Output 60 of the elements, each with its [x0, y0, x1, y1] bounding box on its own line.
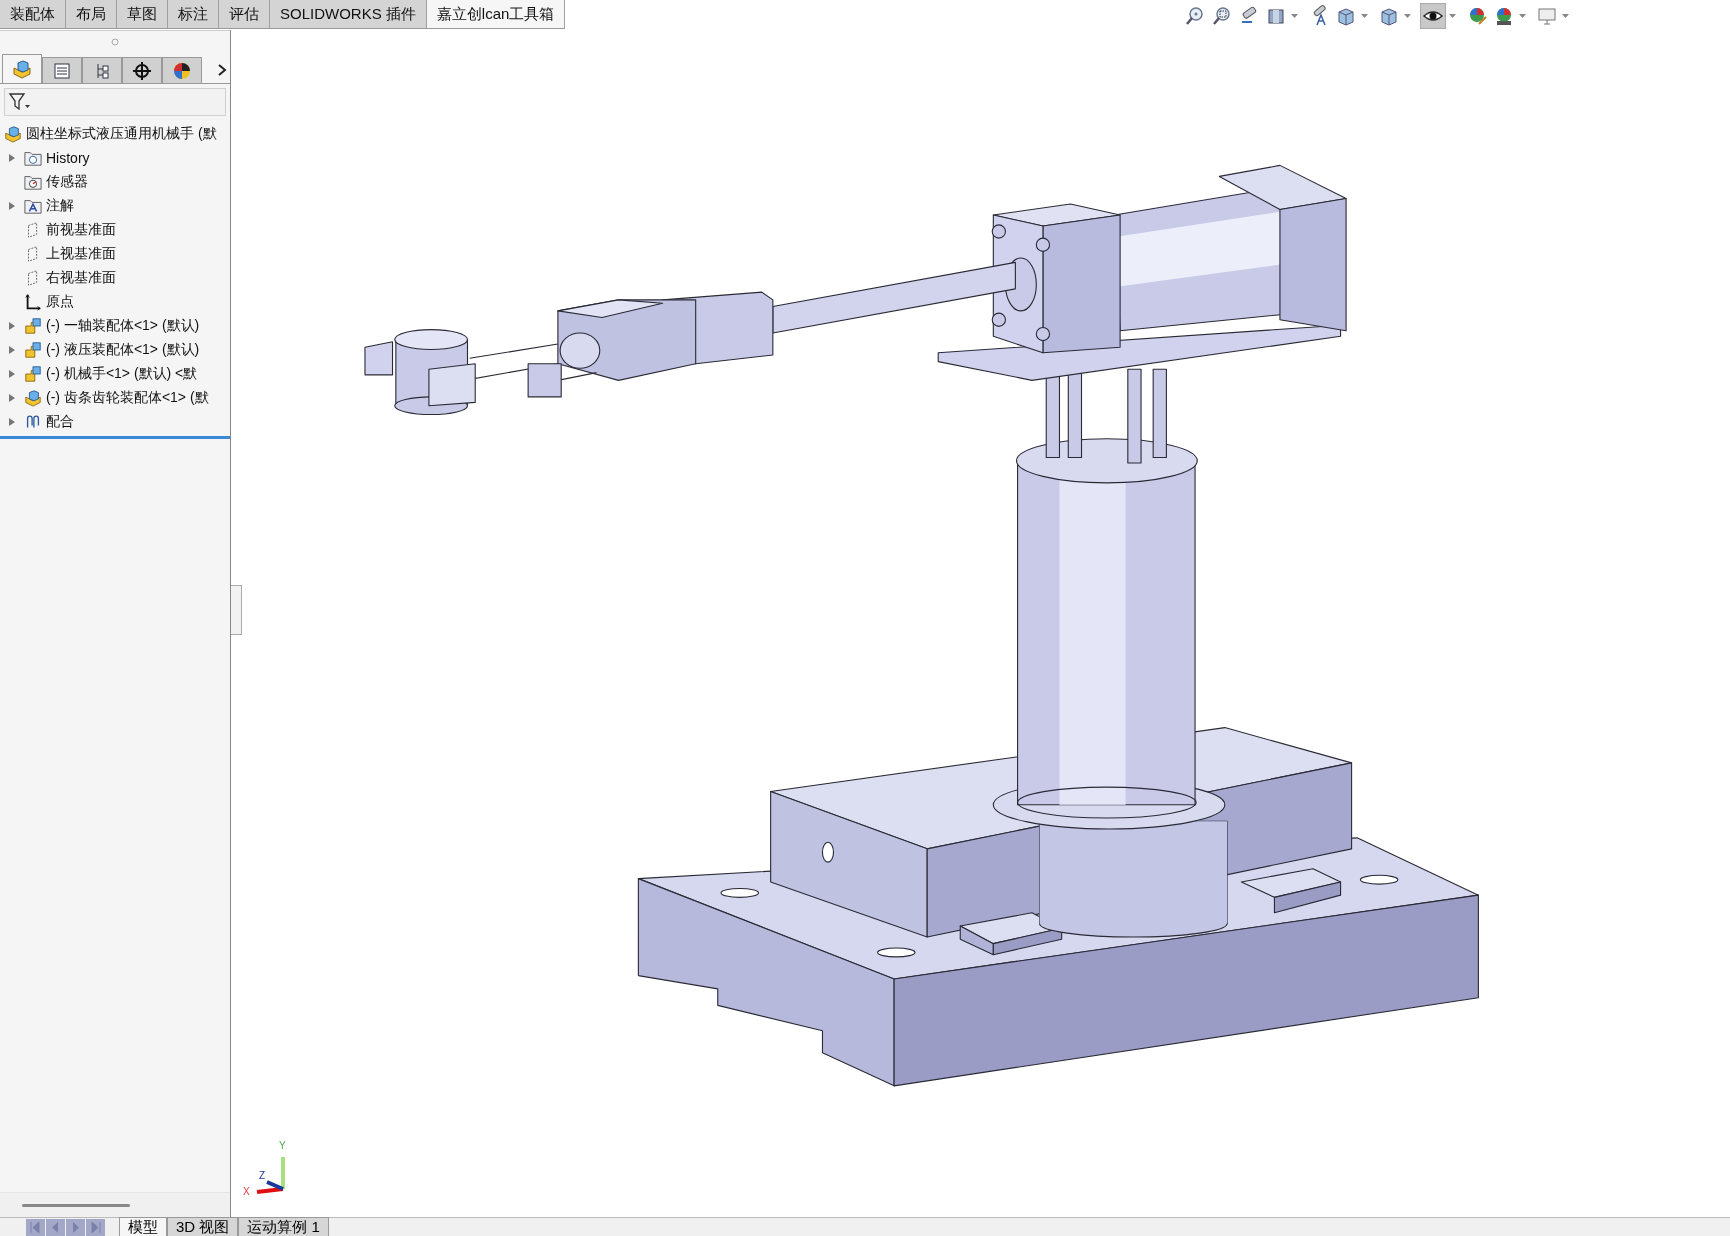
axis-label: Z: [259, 1170, 266, 1181]
color-wheel-icon[interactable]: [162, 57, 202, 83]
grip-icon[interactable]: [111, 38, 119, 46]
ribbon-tab[interactable]: 嘉立创lcan工具箱: [426, 0, 566, 28]
caret-icon[interactable]: [1404, 13, 1411, 19]
expand-arrow-icon[interactable]: [9, 394, 15, 402]
caret-icon[interactable]: [1449, 13, 1456, 19]
caret-icon[interactable]: [1291, 13, 1298, 19]
filter-icon[interactable]: [9, 93, 31, 111]
scrollbar-thumb[interactable]: [22, 1203, 130, 1207]
expand-arrow-icon[interactable]: [9, 346, 15, 354]
tree-item[interactable]: (-) 机械手<1> (默认) <默: [46, 365, 198, 383]
subassembly-icon: [24, 317, 42, 335]
ribbon-tab[interactable]: SOLIDWORKS 插件: [270, 0, 427, 28]
filter-field[interactable]: [4, 88, 226, 116]
assembly-icon: [24, 389, 42, 407]
expand-arrow-icon[interactable]: [9, 154, 15, 162]
ribbon-tab[interactable]: 评估: [219, 0, 270, 28]
model-tab[interactable]: 3D 视图: [167, 1217, 239, 1236]
caret-icon[interactable]: [1361, 13, 1368, 19]
ribbon-tab[interactable]: 标注: [168, 0, 219, 28]
tree-item[interactable]: History: [46, 150, 90, 166]
eye-icon[interactable]: [1420, 3, 1446, 29]
tree-item[interactable]: 传感器: [46, 173, 88, 191]
expand-arrow-icon[interactable]: [9, 370, 15, 378]
axis-triad-icon: [256, 1157, 285, 1194]
tree-item[interactable]: 上视基准面: [46, 245, 116, 263]
model-tab[interactable]: 模型: [119, 1217, 167, 1236]
tree-item[interactable]: 圆柱坐标式液压通用机械手 (默: [26, 125, 217, 143]
tree-item[interactable]: 注解: [46, 197, 74, 215]
tree-item[interactable]: (-) 液压装配体<1> (默认): [46, 341, 200, 359]
tree-item[interactable]: 前视基准面: [46, 221, 116, 239]
tree-item[interactable]: 原点: [46, 293, 74, 311]
chevron-right-icon[interactable]: [216, 63, 228, 77]
caret-icon[interactable]: [1562, 13, 1569, 19]
ribbon-tab[interactable]: 草图: [117, 0, 168, 28]
caret-icon[interactable]: [1519, 13, 1526, 19]
ribbon-tab[interactable]: 装配体: [0, 0, 66, 28]
model-tab[interactable]: 运动算例 1: [238, 1217, 329, 1236]
tree-item[interactable]: (-) 齿条齿轮装配体<1> (默: [46, 389, 209, 407]
origin-icon: [24, 293, 42, 311]
ribbon-tab[interactable]: 布局: [66, 0, 117, 28]
crosshair-icon[interactable]: [122, 57, 162, 83]
sensor-folder-icon: [24, 173, 42, 191]
feature-tree-icon[interactable]: [2, 54, 42, 83]
expand-arrow-icon[interactable]: [9, 322, 15, 330]
annotation-folder-icon: [24, 197, 42, 215]
assembly-icon: [4, 125, 22, 143]
subassembly-icon: [24, 365, 42, 383]
axis-label: Y: [279, 1140, 286, 1151]
subassembly-icon: [24, 341, 42, 359]
axis-label: X: [243, 1186, 250, 1197]
tree-item[interactable]: 配合: [46, 413, 74, 431]
property-list-icon[interactable]: [42, 57, 82, 83]
history-folder-icon: [24, 149, 42, 167]
expand-arrow-icon[interactable]: [9, 418, 15, 426]
tree-item[interactable]: (-) 一轴装配体<1> (默认): [46, 317, 200, 335]
expand-arrow-icon[interactable]: [9, 202, 15, 210]
tree-item[interactable]: 右视基准面: [46, 269, 116, 287]
splitter-handle[interactable]: [231, 585, 242, 635]
